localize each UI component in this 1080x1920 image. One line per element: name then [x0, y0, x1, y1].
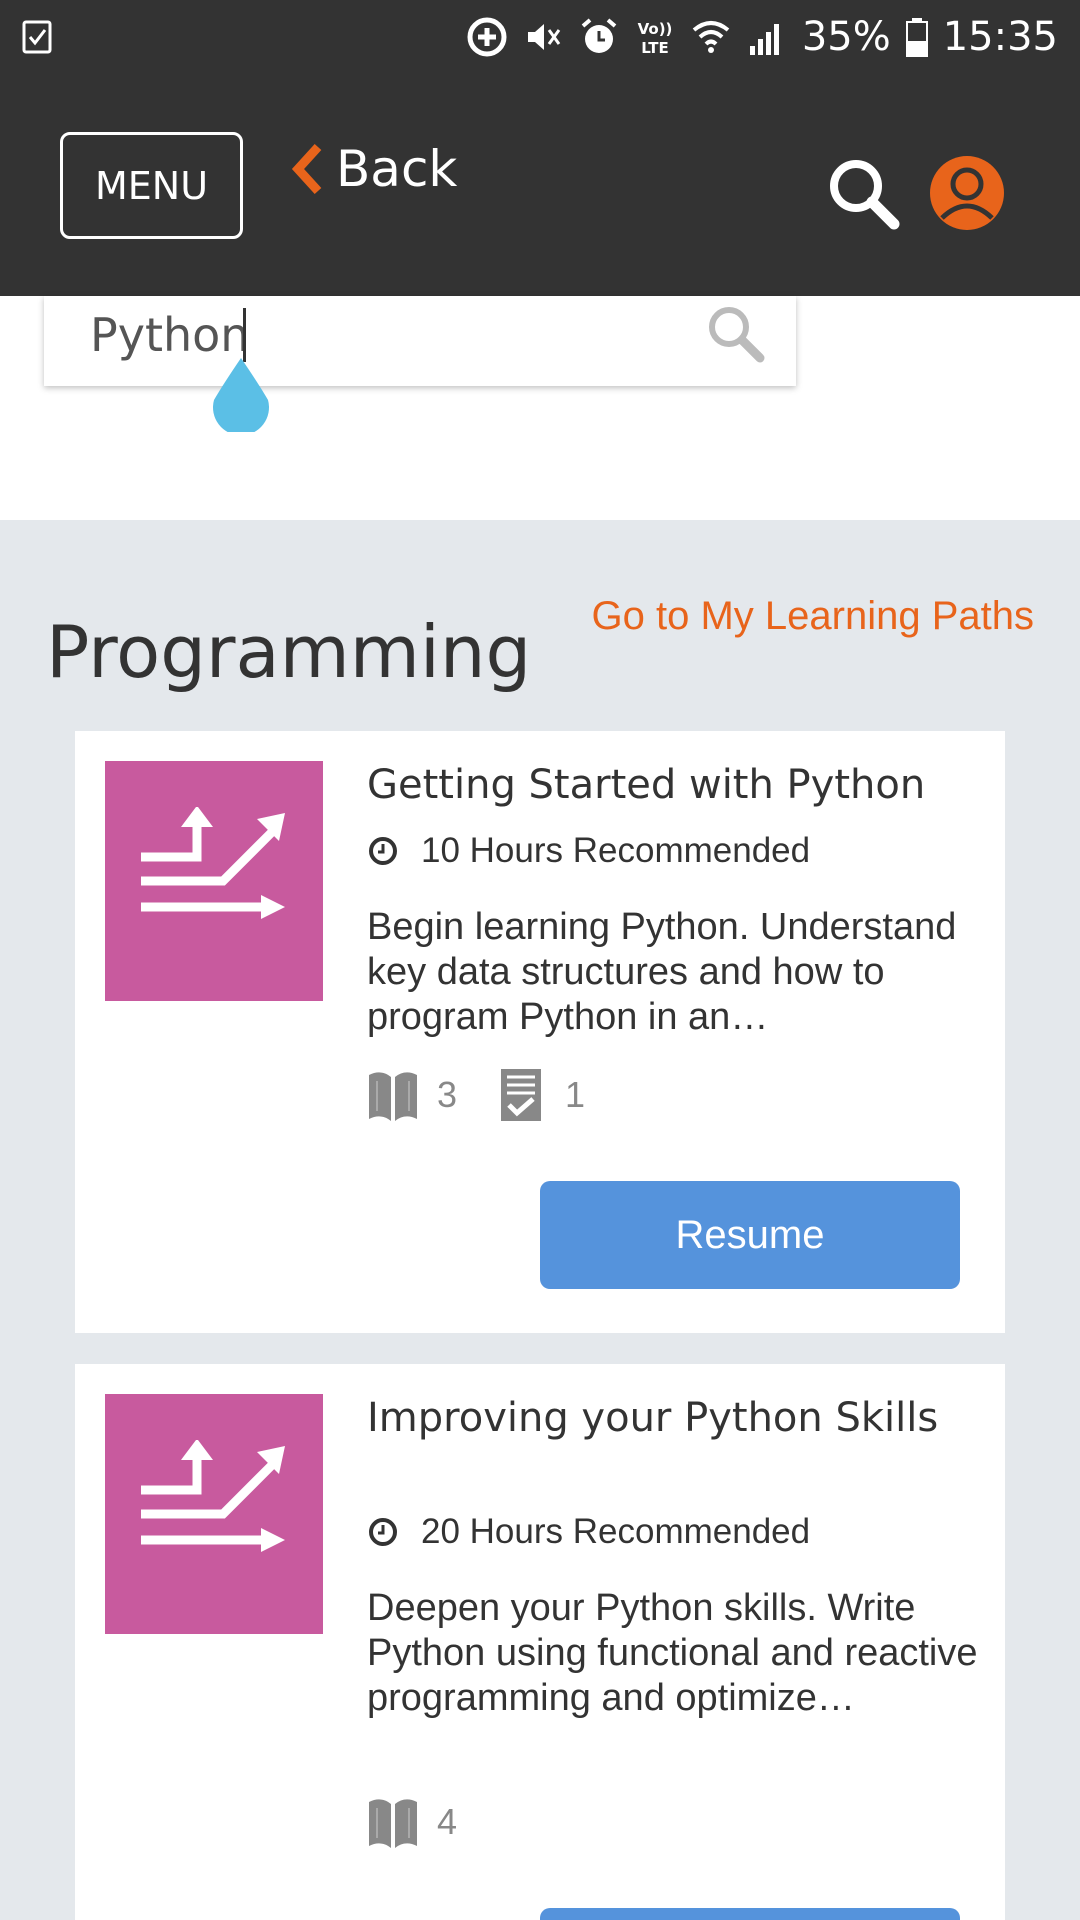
search-panel: [0, 296, 1080, 520]
course-card[interactable]: Getting Started with Python 10 Hours Rec…: [75, 731, 1005, 1333]
books-count: 3: [437, 1074, 458, 1115]
course-description: Deepen your Python skills. Write Python …: [367, 1587, 978, 1719]
course-duration: 20 Hours Recommended: [367, 1512, 810, 1552]
status-icons: Vo)) LTE 35% 15:35: [466, 12, 1058, 62]
search-icon[interactable]: [704, 302, 766, 364]
search-icon[interactable]: [826, 156, 900, 230]
wifi-icon: [692, 21, 730, 53]
battery-percent: 35%: [801, 14, 891, 60]
duration-text: 10 Hours Recommended: [421, 831, 811, 870]
status-bar: Vo)) LTE 35% 15:35: [0, 0, 1080, 74]
course-stats: 4: [367, 1794, 495, 1850]
back-button[interactable]: Back: [290, 134, 457, 204]
book-icon: [369, 1072, 417, 1121]
svg-text:Vo)): Vo)): [637, 20, 672, 38]
data-saver-icon: [467, 17, 507, 57]
books-stat: 3: [367, 1067, 457, 1123]
assessments-count: 1: [565, 1074, 586, 1115]
back-label: Back: [336, 140, 458, 198]
course-thumbnail: [105, 761, 323, 1001]
task-check-icon: [22, 20, 52, 54]
course-card[interactable]: Improving your Python Skills 20 Hours Re…: [75, 1364, 1005, 1920]
learning-path-icon: [141, 1440, 285, 1552]
user-avatar-icon[interactable]: [928, 154, 1006, 232]
learning-paths-link[interactable]: Go to My Learning Paths: [592, 594, 1034, 639]
battery-icon: [905, 18, 928, 57]
course-description: Begin learning Python. Understand key da…: [367, 906, 957, 1038]
course-duration: 10 Hours Recommended: [367, 831, 810, 871]
course-thumbnail: [105, 1394, 323, 1634]
app-header: MENU Back: [0, 74, 1080, 296]
menu-button[interactable]: MENU: [60, 132, 243, 239]
search-input[interactable]: [90, 296, 690, 374]
books-count: 4: [437, 1801, 458, 1842]
clock-icon: [369, 1518, 397, 1546]
course-title[interactable]: Getting Started with Python: [367, 761, 987, 809]
svg-text:LTE: LTE: [641, 39, 669, 57]
assessments-stat: 1: [495, 1067, 585, 1123]
alarm-icon: [581, 18, 617, 53]
mute-icon: [527, 24, 561, 50]
text-cursor: [243, 308, 246, 362]
search-box: [44, 296, 796, 386]
clock: 15:35: [942, 14, 1058, 60]
course-stats: 3 1: [367, 1067, 623, 1123]
volte-icon: Vo)) LTE: [637, 20, 672, 57]
course-title[interactable]: Improving your Python Skills: [367, 1394, 987, 1442]
clock-icon: [369, 837, 397, 865]
books-stat: 4: [367, 1794, 457, 1850]
signal-icon: [749, 24, 779, 55]
duration-text: 20 Hours Recommended: [421, 1512, 811, 1551]
chevron-left-icon: [291, 143, 322, 195]
resume-button[interactable]: Resume: [540, 1181, 960, 1289]
card-action-button[interactable]: [540, 1908, 960, 1920]
section-title: Programming: [46, 610, 532, 694]
learning-path-icon: [141, 807, 285, 919]
checklist-icon: [501, 1069, 542, 1121]
book-icon: [369, 1799, 417, 1848]
text-selection-handle[interactable]: [210, 356, 272, 432]
